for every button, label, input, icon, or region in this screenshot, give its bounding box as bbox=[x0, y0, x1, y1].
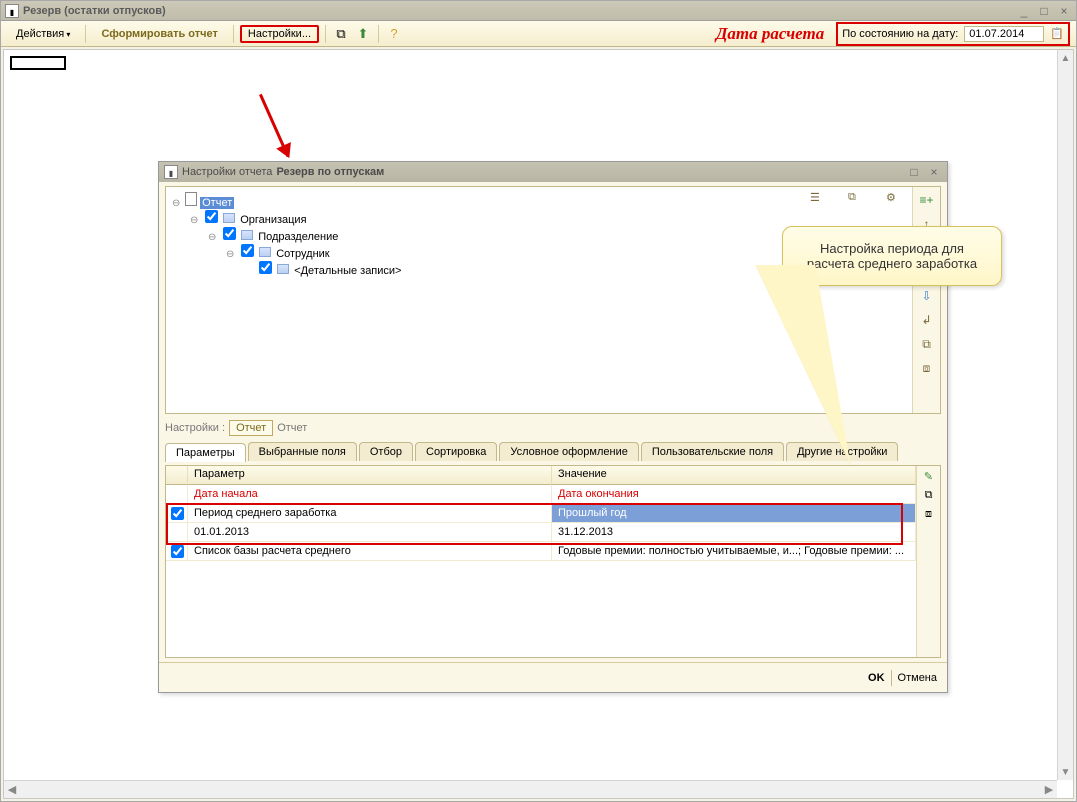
actions-menu[interactable]: Действия bbox=[7, 24, 79, 44]
callout-text: Настройка периода для расчета среднего з… bbox=[807, 241, 977, 271]
report-icon bbox=[185, 192, 197, 206]
breadcrumb-label: Настройки : bbox=[165, 422, 225, 434]
date-input[interactable] bbox=[964, 26, 1044, 42]
date-filter-box: По состоянию на дату: 📋 bbox=[836, 22, 1070, 46]
col-parameter: Параметр bbox=[188, 466, 552, 485]
date-label: По состоянию на дату: bbox=[842, 28, 958, 40]
title-bar: ▮ Резерв (остатки отпусков) _ □ × bbox=[1, 1, 1076, 21]
tab-sorting[interactable]: Сортировка bbox=[415, 442, 497, 461]
horizontal-scrollbar[interactable]: ◀▶ bbox=[4, 780, 1057, 798]
tab-conditional-formatting[interactable]: Условное оформление bbox=[499, 442, 638, 461]
expand-icon[interactable]: ⊖ bbox=[208, 232, 218, 243]
report-structure-tree[interactable]: ⊖ Отчет ⊖ Организ bbox=[166, 187, 782, 282]
table-cell[interactable] bbox=[166, 542, 188, 561]
dialog-maximize-button[interactable]: □ bbox=[906, 165, 922, 179]
dialog-footer: OK Отмена bbox=[159, 662, 947, 692]
main-window: ▮ Резерв (остатки отпусков) _ □ × Действ… bbox=[0, 0, 1077, 802]
date-annotation: Дата расчета bbox=[407, 24, 832, 44]
tool-icon[interactable]: ⧉ bbox=[925, 489, 933, 502]
save-icon[interactable]: ⬆ bbox=[354, 25, 372, 43]
breadcrumb-current[interactable]: Отчет bbox=[229, 420, 273, 436]
main-toolbar: Действия Сформировать отчет Настройки...… bbox=[1, 21, 1076, 47]
tab-parameters[interactable]: Параметры bbox=[165, 443, 246, 462]
params-side-tools: ✎ ⧉ ⧈ bbox=[916, 466, 940, 657]
app-icon: ▮ bbox=[5, 4, 19, 18]
row-checkbox[interactable] bbox=[171, 507, 184, 520]
group-icon bbox=[259, 247, 271, 257]
expand-icon[interactable]: ⊖ bbox=[190, 215, 200, 226]
tree-checkbox[interactable] bbox=[259, 261, 272, 274]
tree-node-details[interactable]: <Детальные записи> bbox=[292, 265, 403, 277]
dialog-close-button[interactable]: × bbox=[926, 165, 942, 179]
parameters-table[interactable]: Параметр Значение Дата начала Дата оконч… bbox=[166, 466, 916, 657]
maximize-button[interactable]: □ bbox=[1036, 4, 1052, 18]
tree-node-employee[interactable]: Сотрудник bbox=[274, 248, 331, 260]
tree-checkbox[interactable] bbox=[223, 227, 236, 240]
export-icon[interactable]: ⧉ bbox=[332, 25, 350, 43]
selection-marker bbox=[10, 56, 66, 70]
dialog-icon: ▮ bbox=[164, 165, 178, 179]
close-button[interactable]: × bbox=[1056, 4, 1072, 18]
tree-root[interactable]: Отчет bbox=[200, 197, 234, 209]
tree-node-department[interactable]: Подразделение bbox=[256, 231, 340, 243]
table-cell[interactable]: 01.01.2013 bbox=[188, 523, 552, 542]
tree-checkbox[interactable] bbox=[205, 210, 218, 223]
tab-filter[interactable]: Отбор bbox=[359, 442, 413, 461]
tool-icon[interactable]: ⚙ bbox=[886, 191, 904, 209]
dialog-title-prefix: Настройки отчета bbox=[182, 166, 272, 178]
cancel-button[interactable]: Отмена bbox=[898, 672, 937, 684]
link-icon[interactable]: ↲ bbox=[918, 311, 936, 329]
col-checkbox bbox=[166, 466, 188, 485]
group-icon bbox=[223, 213, 235, 223]
tab-custom-fields[interactable]: Пользовательские поля bbox=[641, 442, 784, 461]
vertical-scrollbar[interactable]: ▲ ▼ bbox=[1057, 50, 1073, 780]
ok-button[interactable]: OK bbox=[868, 672, 885, 684]
table-cell[interactable] bbox=[166, 485, 188, 504]
tool-icon[interactable]: ⧉ bbox=[848, 191, 866, 209]
group-icon bbox=[241, 230, 253, 240]
expand-icon[interactable]: ⊖ bbox=[226, 249, 236, 260]
help-callout: Настройка периода для расчета среднего з… bbox=[782, 226, 1002, 286]
move-down-icon[interactable]: ⇩ bbox=[918, 287, 936, 305]
dialog-title-bar: ▮ Настройки отчета Резерв по отпускам □ … bbox=[159, 162, 947, 182]
table-cell[interactable]: Дата начала bbox=[188, 485, 552, 504]
tree-node-organization[interactable]: Организация bbox=[238, 214, 308, 226]
table-cell[interactable]: Список базы расчета среднего bbox=[188, 542, 552, 561]
help-icon[interactable]: ? bbox=[385, 25, 403, 43]
table-cell[interactable] bbox=[166, 504, 188, 523]
add-icon[interactable]: ≡+ bbox=[918, 191, 936, 209]
tool-icon[interactable]: ⧉ bbox=[918, 335, 936, 353]
group-icon bbox=[277, 264, 289, 274]
table-cell[interactable]: 31.12.2013 bbox=[552, 523, 916, 542]
tree-checkbox[interactable] bbox=[241, 244, 254, 257]
table-cell[interactable]: Годовые премии: полностью учитываемые, и… bbox=[552, 542, 916, 561]
col-value: Значение bbox=[552, 466, 916, 485]
table-cell[interactable]: Период среднего заработка bbox=[188, 504, 552, 523]
tool-icon[interactable]: ☰ bbox=[810, 191, 828, 209]
calendar-icon[interactable]: 📋 bbox=[1050, 27, 1064, 40]
parameters-panel: Параметр Значение Дата начала Дата оконч… bbox=[165, 465, 941, 658]
table-cell[interactable]: Дата окончания bbox=[552, 485, 916, 504]
table-cell-selected[interactable]: Прошлый год bbox=[552, 504, 916, 523]
content-area: ▲ ▼ ◀▶ ▮ Настройки отчета Резерв по отпу… bbox=[3, 49, 1074, 799]
table-cell[interactable] bbox=[166, 523, 188, 542]
breadcrumb-trail: Отчет bbox=[277, 422, 307, 434]
edit-icon[interactable]: ✎ bbox=[924, 470, 933, 483]
tab-selected-fields[interactable]: Выбранные поля bbox=[248, 442, 357, 461]
tree-side-tools: ≡+ ↑ ⇕ ⇧ ⇩ ↲ ⧉ ⧈ bbox=[912, 187, 940, 413]
generate-report-button[interactable]: Сформировать отчет bbox=[92, 24, 226, 44]
annotation-arrow bbox=[259, 94, 289, 157]
settings-button[interactable]: Настройки... bbox=[240, 25, 319, 43]
tool-icon[interactable]: ⧈ bbox=[925, 508, 932, 521]
dialog-title: Резерв по отпускам bbox=[276, 166, 384, 178]
row-checkbox[interactable] bbox=[171, 545, 184, 558]
window-title: Резерв (остатки отпусков) bbox=[23, 5, 166, 17]
expand-icon[interactable]: ⊖ bbox=[172, 198, 182, 209]
tool-icon[interactable]: ⧈ bbox=[918, 359, 936, 377]
minimize-button[interactable]: _ bbox=[1016, 4, 1032, 18]
